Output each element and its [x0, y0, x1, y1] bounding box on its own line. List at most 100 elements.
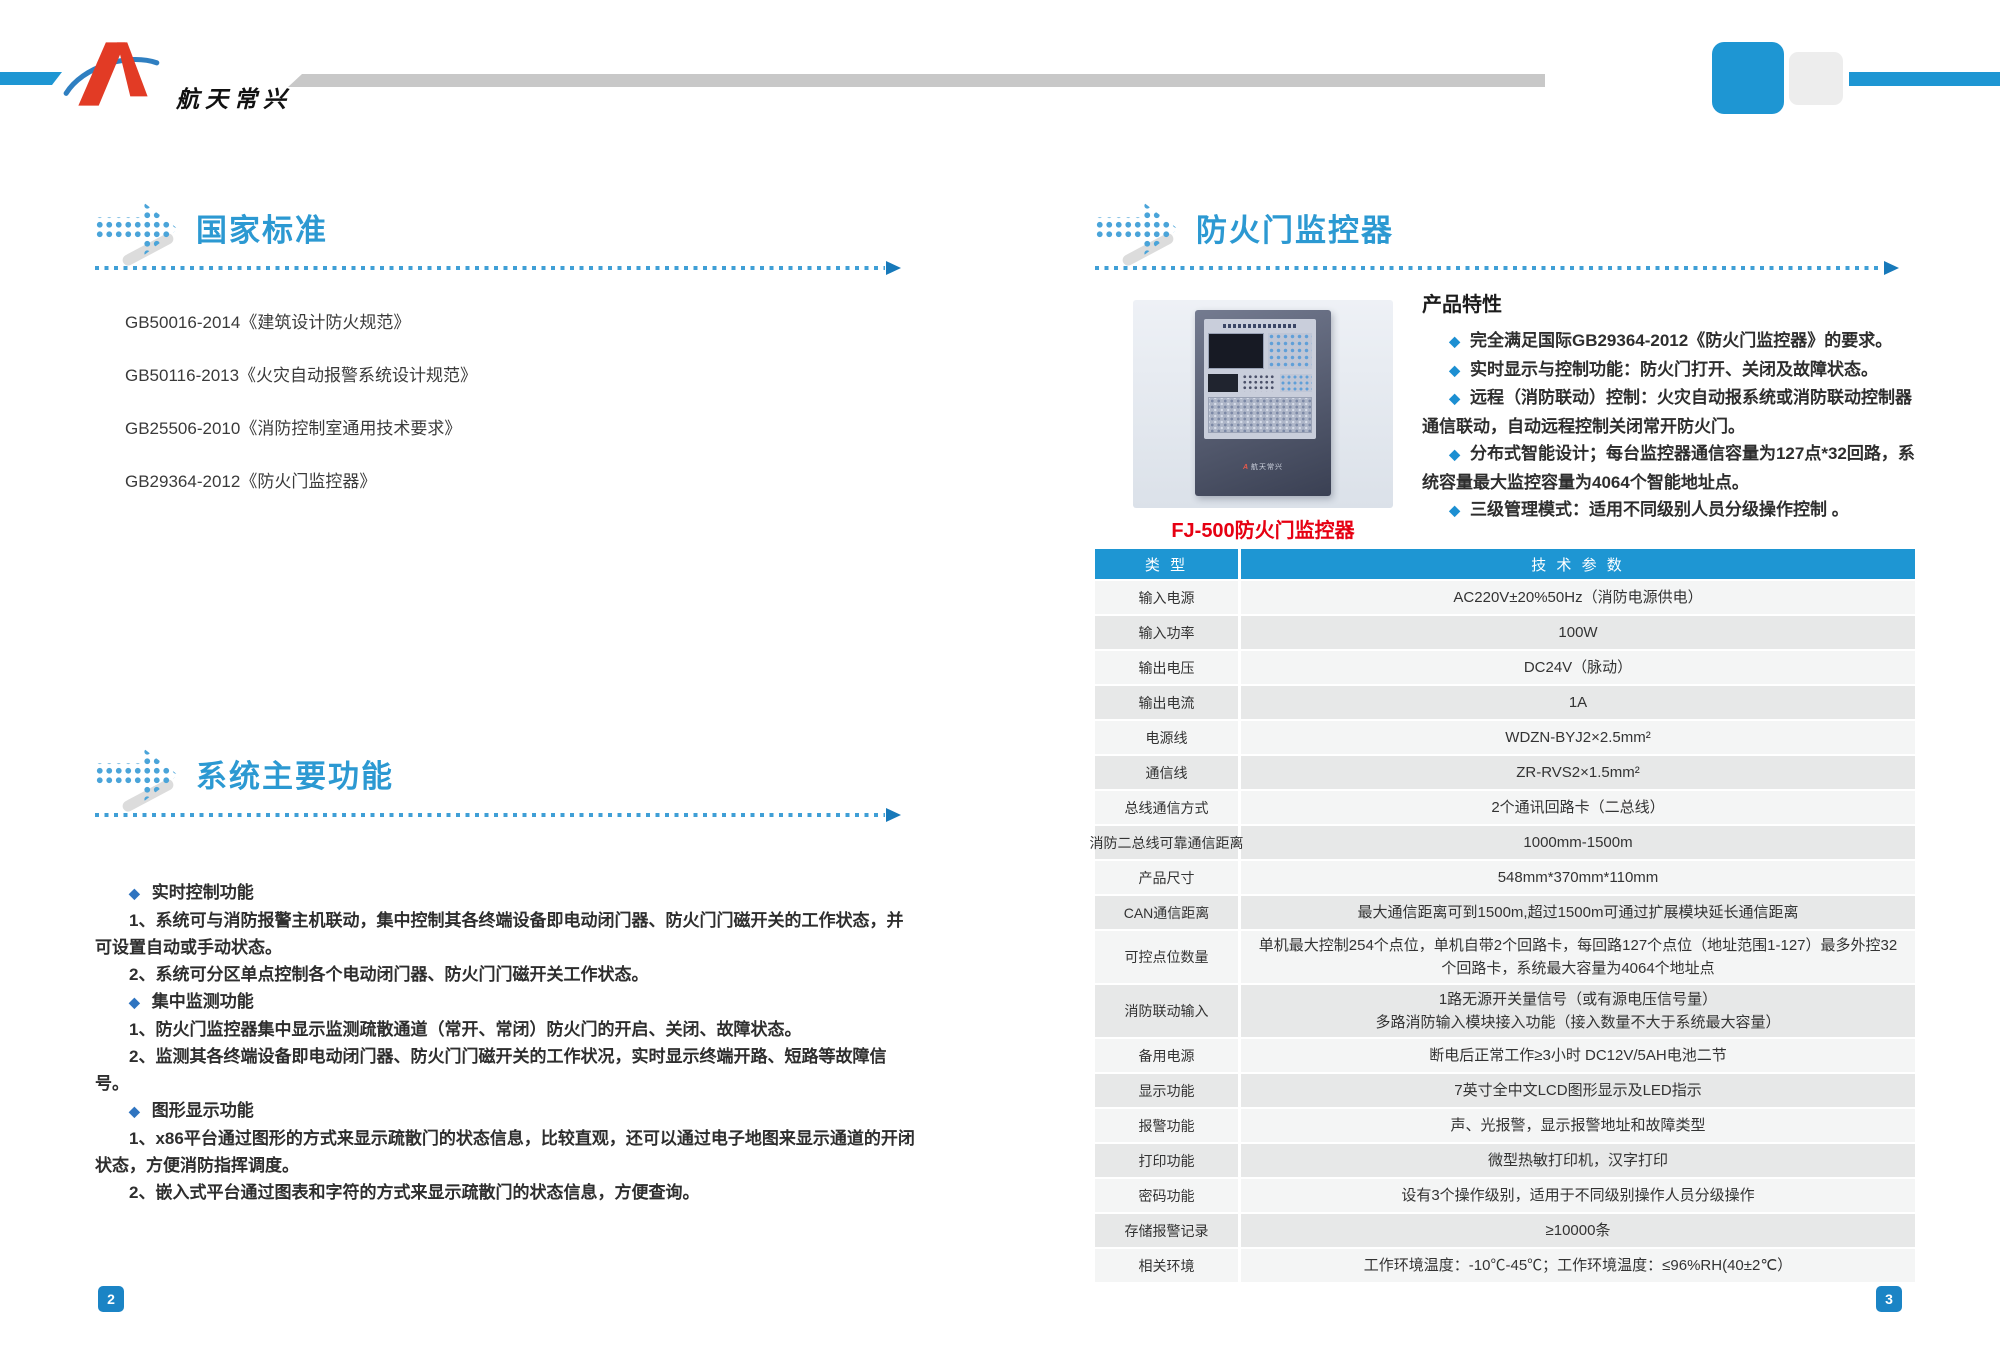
table-row: 输入电源 AC220V±20%50Hz（消防电源供电） — [1095, 581, 1915, 616]
table-row: 打印功能 微型热敏打印机，汉字打印 — [1095, 1144, 1915, 1179]
product-features: 产品特性 ◆完全满足国际GB29364-2012《防火门监控器》的要求。◆实时显… — [1422, 288, 1924, 525]
table-cell-value: ZR-RVS2×1.5mm² — [1241, 756, 1915, 789]
standard-item: GB29364-2012《防火门监控器》 — [95, 471, 815, 492]
table-row: 报警功能 声、光报警，显示报警地址和故障类型 — [1095, 1109, 1915, 1144]
table-cell-type: 消防二总线可靠通信距离 — [1095, 826, 1241, 859]
table-row: 消防联动输入 1路无源开关量信号（或有源电压信号量） 多路消防输入模块接入功能（… — [1095, 985, 1915, 1039]
standard-item: GB25506-2010《消防控制室通用技术要求》 — [95, 418, 815, 439]
table-cell-value: 工作环境温度：-10℃-45℃；工作环境温度：≤96%RH(40±2℃） — [1241, 1249, 1915, 1282]
header-tab-blue — [1712, 42, 1784, 114]
diamond-bullet-icon: ◆ — [1449, 362, 1460, 378]
table-cell-value: 断电后正常工作≥3小时 DC12V/5AH电池二节 — [1241, 1039, 1915, 1072]
standard-item: GB50016-2014《建筑设计防火规范》 — [95, 312, 815, 333]
table-cell-value: 1000mm-1500m — [1241, 826, 1915, 859]
diamond-bullet-icon: ◆ — [129, 994, 140, 1010]
table-cell-type: 显示功能 — [1095, 1074, 1241, 1107]
function-line: ◆2、系统可分区单点控制各个电动闭门器、防火门门磁开关工作状态。 — [95, 961, 917, 988]
function-line: ◆实时控制功能 — [95, 879, 917, 907]
header-tab-grey — [1789, 52, 1843, 105]
standard-item: GB50116-2013《火灾自动报警系统设计规范》 — [95, 365, 815, 386]
table-cell-value: ≥10000条 — [1241, 1214, 1915, 1247]
feature-item: ◆三级管理模式：适用不同级别人员分级操作控制 。 — [1422, 496, 1924, 525]
function-line: ◆集中监测功能 — [95, 988, 917, 1016]
table-cell-value: 声、光报警，显示报警地址和故障类型 — [1241, 1109, 1915, 1142]
feature-item: ◆远程（消防联动）控制：火灾自动报系统或消防联动控制器通信联动，自动远程控制关闭… — [1422, 384, 1924, 440]
table-cell-value: 2个通讯回路卡（二总线） — [1241, 791, 1915, 824]
table-cell-type: 输入功率 — [1095, 616, 1241, 649]
device-front-panel — [1204, 319, 1316, 439]
table-cell-type: 打印功能 — [1095, 1144, 1241, 1177]
brand-logo-icon — [58, 38, 170, 110]
section-header-system-functions: 系统主要功能 — [92, 742, 652, 816]
table-row: 输入功率 100W — [1095, 616, 1915, 651]
functions-text: ◆实时控制功能◆1、系统可与消防报警主机联动，集中控制其各终端设备即电动闭门器、… — [95, 879, 917, 1206]
table-row: 显示功能 7英寸全中文LCD图形显示及LED指示 — [1095, 1074, 1915, 1109]
table-row: 备用电源 断电后正常工作≥3小时 DC12V/5AH电池二节 — [1095, 1039, 1915, 1074]
function-line: ◆2、嵌入式平台通过图表和字符的方式来显示疏散门的状态信息，方便查询。 — [95, 1179, 917, 1206]
table-cell-type: 报警功能 — [1095, 1109, 1241, 1142]
table-cell-type: 产品尺寸 — [1095, 861, 1241, 894]
table-row: 通信线 ZR-RVS2×1.5mm² — [1095, 756, 1915, 791]
table-header-params: 技 术 参 数 — [1241, 549, 1915, 579]
table-row: 可控点位数量 单机最大控制254个点位，单机自带2个回路卡，每回路127个点位（… — [1095, 931, 1915, 985]
section-title: 防火门监控器 — [1196, 205, 1394, 250]
dot-arrow-icon — [92, 196, 192, 268]
diamond-bullet-icon: ◆ — [1449, 446, 1460, 462]
table-cell-value: AC220V±20%50Hz（消防电源供电） — [1241, 581, 1915, 614]
diamond-bullet-icon: ◆ — [129, 1103, 140, 1119]
table-row: 总线通信方式 2个通讯回路卡（二总线） — [1095, 791, 1915, 826]
device-button-grid — [1268, 333, 1312, 369]
table-row: 电源线 WDZN-BYJ2×2.5mm² — [1095, 721, 1915, 756]
standards-list: GB50016-2014《建筑设计防火规范》 GB50116-2013《火灾自动报… — [95, 312, 815, 524]
table-row: 密码功能 设有3个操作级别，适用于不同级别操作人员分级操作 — [1095, 1179, 1915, 1214]
function-line: ◆1、防火门监控器集中显示监测疏散通道（常开、常闭）防火门的开启、关闭、故障状态… — [95, 1016, 917, 1043]
header-grey-bar — [288, 74, 1545, 87]
table-cell-type: CAN通信距离 — [1095, 896, 1241, 929]
function-line: ◆1、x86平台通过图形的方式来显示疏散门的状态信息，比较直观，还可以通过电子地… — [95, 1125, 917, 1179]
table-cell-value: 最大通信距离可到1500m,超过1500m可通过扩展模块延长通信距离 — [1241, 896, 1915, 929]
section-title: 系统主要功能 — [196, 751, 394, 796]
device-brand-mark: A航天常兴 — [1195, 462, 1331, 472]
product-caption: FJ-500防火门监控器 — [1133, 514, 1393, 543]
features-list: ◆完全满足国际GB29364-2012《防火门监控器》的要求。◆实时显示与控制功… — [1422, 327, 1924, 525]
table-row: CAN通信距离 最大通信距离可到1500m,超过1500m可通过扩展模块延长通信… — [1095, 896, 1915, 931]
table-cell-type: 输出电流 — [1095, 686, 1241, 719]
table-row: 输出电流 1A — [1095, 686, 1915, 721]
features-heading: 产品特性 — [1422, 288, 1924, 317]
table-cell-value: 548mm*370mm*110mm — [1241, 861, 1915, 894]
diamond-bullet-icon: ◆ — [1449, 502, 1460, 518]
table-row: 消防二总线可靠通信距离 1000mm-1500m — [1095, 826, 1915, 861]
diamond-bullet-icon: ◆ — [129, 885, 140, 901]
feature-item: ◆实时显示与控制功能：防火门打开、关闭及故障状态。 — [1422, 356, 1924, 385]
device-keypad — [1242, 374, 1276, 392]
table-cell-type: 电源线 — [1095, 721, 1241, 754]
table-cell-value: 7英寸全中文LCD图形显示及LED指示 — [1241, 1074, 1915, 1107]
table-header-type: 类 型 — [1095, 549, 1241, 579]
table-cell-type: 消防联动输入 — [1095, 985, 1241, 1037]
device-led-field — [1208, 397, 1312, 433]
table-body: 输入电源 AC220V±20%50Hz（消防电源供电） 输入功率 100W 输出… — [1095, 581, 1915, 1284]
table-cell-type: 输入电源 — [1095, 581, 1241, 614]
function-line: ◆2、监测其各终端设备即电动闭门器、防火门门磁开关的工作状况，实时显示终端开路、… — [95, 1043, 917, 1097]
table-cell-type: 通信线 — [1095, 756, 1241, 789]
table-cell-value: 设有3个操作级别，适用于不同级别操作人员分级操作 — [1241, 1179, 1915, 1212]
table-cell-value: 100W — [1241, 616, 1915, 649]
feature-item: ◆完全满足国际GB29364-2012《防火门监控器》的要求。 — [1422, 327, 1924, 356]
dotted-divider — [95, 813, 885, 817]
table-header-row: 类 型 技 术 参 数 — [1095, 549, 1915, 581]
table-cell-type: 备用电源 — [1095, 1039, 1241, 1072]
section-header-national-standards: 国家标准 — [92, 196, 652, 270]
table-row: 相关环境 工作环境温度：-10℃-45℃；工作环境温度：≤96%RH(40±2℃… — [1095, 1249, 1915, 1284]
table-cell-type: 存储报警记录 — [1095, 1214, 1241, 1247]
section-header-fire-door-monitor: 防火门监控器 — [1092, 196, 1652, 270]
product-image: A航天常兴 — [1133, 300, 1393, 508]
monitor-device: A航天常兴 — [1195, 310, 1331, 496]
page-number-left: 2 — [98, 1286, 124, 1312]
header-accent-bar-right — [1849, 72, 2000, 86]
dot-arrow-icon — [92, 742, 192, 814]
table-cell-value: 1路无源开关量信号（或有源电压信号量） 多路消防输入模块接入功能（接入数量不大于… — [1241, 985, 1915, 1037]
device-lcd-screen — [1208, 333, 1264, 369]
table-cell-type: 总线通信方式 — [1095, 791, 1241, 824]
section-title: 国家标准 — [196, 205, 328, 250]
brand-name: 航天常兴 — [176, 80, 292, 114]
